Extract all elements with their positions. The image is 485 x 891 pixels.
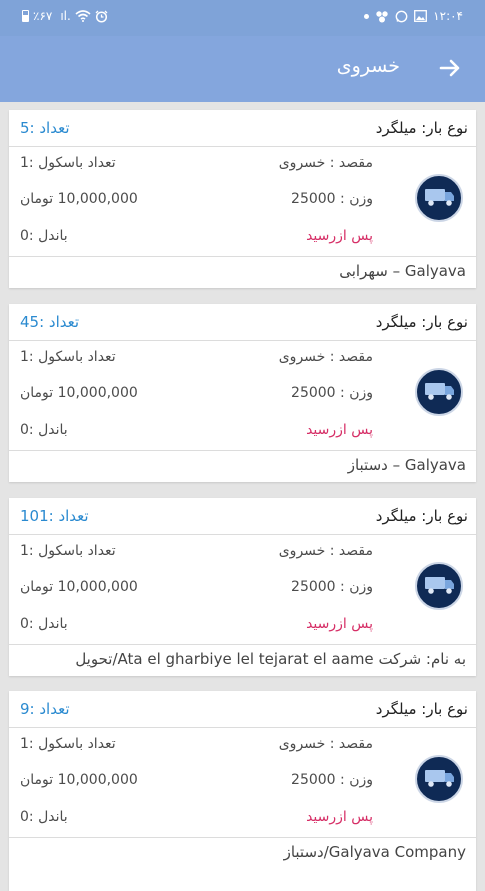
company-text: به نام: شرکت Ata el gharbiye lel tejarat… (75, 650, 466, 668)
card-header: نوع بار: میلگرد تعداد :9 (9, 691, 476, 728)
truck-icon (423, 571, 455, 601)
card-header: نوع بار: میلگرد تعداد :101 (9, 498, 476, 535)
load-count: تعداد :5 (20, 119, 70, 137)
alarm-icon (95, 10, 108, 23)
status-left: ٪۶۷ ıl. (22, 9, 108, 23)
wifi-icon (75, 10, 91, 22)
load-count: تعداد :45 (20, 313, 80, 331)
trucks-count-text: تعداد باسکول :1 (20, 736, 116, 752)
load-count: تعداد :9 (20, 700, 70, 718)
cargo-type: نوع بار: میلگرد (375, 700, 468, 718)
payment-status: پس ازرسید (306, 228, 373, 244)
bundle-text: باندل :0 (20, 228, 68, 244)
group-icon (376, 10, 388, 22)
load-card[interactable]: نوع بار: میلگرد تعداد :5 مقصد : خسروی تعداد… (9, 110, 476, 288)
cargo-type: نوع بار: میلگرد (375, 119, 468, 137)
load-card[interactable]: نوع بار: میلگرد تعداد :45 مقصد : خسروی تعدا… (9, 304, 476, 482)
load-card[interactable]: نوع بار: میلگرد تعداد :9 مقصد : خسروی تعداد… (9, 691, 476, 891)
company-text: Galyava Company/دستباز (283, 843, 466, 861)
back-button[interactable] (435, 50, 465, 84)
destination-text: مقصد : خسروی (278, 349, 373, 365)
payment-status: پس ازرسید (306, 809, 373, 825)
app-bar: خسروی (0, 36, 485, 102)
weight-text: وزن : 25000 (291, 191, 373, 207)
trucks-count-text: تعداد باسکول :1 (20, 155, 116, 171)
destination-text: مقصد : خسروی (278, 543, 373, 559)
cargo-type: نوع بار: میلگرد (375, 313, 468, 331)
bundle-text: باندل :0 (20, 616, 68, 632)
load-card[interactable]: نوع بار: میلگرد تعداد :101 مقصد : خسروی تعد… (9, 498, 476, 676)
card-footer: Galyava – دستباز (9, 450, 476, 474)
card-footer: Galyava – سهرابی (9, 256, 476, 280)
destination-text: مقصد : خسروی (278, 736, 373, 752)
dot-icon (364, 13, 370, 19)
card-header: نوع بار: میلگرد تعداد :45 (9, 304, 476, 341)
card-header: نوع بار: میلگرد تعداد :5 (9, 110, 476, 147)
bundle-text: باندل :0 (20, 422, 68, 438)
payment-status: پس ازرسید (306, 422, 373, 438)
battery-level: ٪۶۷ (33, 9, 53, 23)
truck-avatar (415, 562, 463, 610)
truck-avatar (415, 368, 463, 416)
status-bar: ٪۶۷ ıl. ۱۲:۰۴ (0, 0, 485, 36)
price-text: 10,000,000 تومان (20, 385, 138, 401)
truck-avatar (415, 755, 463, 803)
price-text: 10,000,000 تومان (20, 772, 138, 788)
load-count: تعداد :101 (20, 507, 89, 525)
payment-status: پس ازرسید (306, 616, 373, 632)
bundle-text: باندل :0 (20, 809, 68, 825)
weight-text: وزن : 25000 (291, 772, 373, 788)
company-text: Galyava – سهرابی (339, 262, 466, 280)
card-footer: Galyava Company/دستباز (9, 837, 476, 861)
price-text: 10,000,000 تومان (20, 191, 138, 207)
gallery-icon (414, 10, 428, 22)
battery-icon (22, 10, 29, 22)
signal-icon: ıl. (60, 9, 71, 23)
truck-icon (423, 377, 455, 407)
truck-icon (423, 183, 455, 213)
weight-text: وزن : 25000 (291, 579, 373, 595)
cargo-type: نوع بار: میلگرد (375, 507, 468, 525)
card-footer: به نام: شرکت Ata el gharbiye lel tejarat… (9, 644, 476, 668)
destination-text: مقصد : خسروی (278, 155, 373, 171)
whatsapp-icon (395, 10, 408, 22)
weight-text: وزن : 25000 (291, 385, 373, 401)
truck-avatar (415, 174, 463, 222)
arrow-right-icon (439, 59, 460, 77)
clock-time: ۱۲:۰۴ (433, 9, 463, 23)
trucks-count-text: تعداد باسکول :1 (20, 543, 116, 559)
status-right: ۱۲:۰۴ (364, 9, 463, 23)
page-title: خسروی (336, 55, 400, 77)
trucks-count-text: تعداد باسکول :1 (20, 349, 116, 365)
price-text: 10,000,000 تومان (20, 579, 138, 595)
company-text: Galyava – دستباز (347, 456, 466, 474)
truck-icon (423, 764, 455, 794)
